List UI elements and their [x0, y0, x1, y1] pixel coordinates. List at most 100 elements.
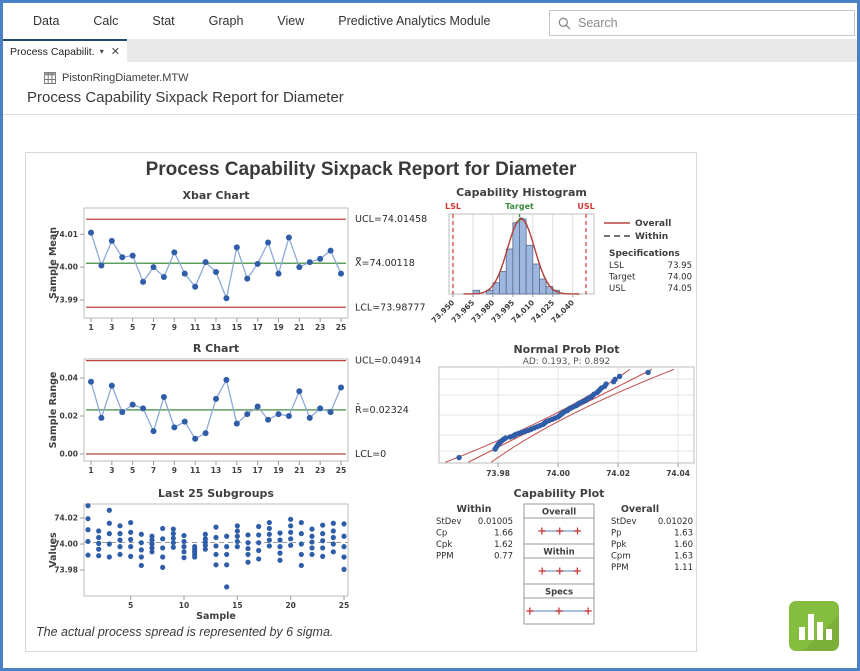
svg-text:1.62: 1.62: [494, 540, 513, 550]
svg-text:23: 23: [315, 466, 325, 475]
svg-text:StDev: StDev: [611, 517, 637, 527]
svg-text:Overall: Overall: [542, 508, 576, 518]
svg-text:1.60: 1.60: [674, 540, 693, 550]
svg-text:Sample Mean: Sample Mean: [48, 227, 59, 299]
svg-text:1.11: 1.11: [674, 563, 693, 573]
svg-text:3: 3: [109, 466, 114, 475]
svg-text:1.63: 1.63: [674, 552, 693, 562]
svg-text:Last 25 Subgroups: Last 25 Subgroups: [158, 487, 274, 500]
svg-text:Target: Target: [608, 273, 636, 283]
svg-text:25: 25: [339, 601, 349, 610]
minitab-logo-icon[interactable]: [789, 601, 839, 651]
menu-graph[interactable]: Graph: [209, 14, 244, 28]
svg-text:0.04: 0.04: [59, 373, 78, 382]
svg-text:Capability Plot: Capability Plot: [514, 487, 605, 500]
svg-text:25: 25: [336, 323, 346, 332]
svg-text:1.63: 1.63: [674, 529, 693, 539]
svg-text:20: 20: [285, 601, 295, 610]
worksheet-link[interactable]: PistonRingDiameter.MTW: [44, 72, 189, 84]
svg-text:15: 15: [232, 466, 242, 475]
bar-chart-icon: [789, 601, 839, 651]
svg-text:21: 21: [294, 323, 304, 332]
svg-text:19: 19: [273, 323, 283, 332]
svg-text:Within: Within: [456, 504, 491, 515]
svg-text:19: 19: [273, 466, 283, 475]
svg-text:USL: USL: [609, 284, 626, 294]
svg-text:23: 23: [315, 323, 325, 332]
svg-text:Capability Histogram: Capability Histogram: [456, 186, 587, 199]
svg-text:11: 11: [190, 323, 200, 332]
report-graph[interactable]: Xbar ChartUCL=74.01458X̿=74.00118LCL=73.…: [25, 152, 697, 652]
svg-text:Ppk: Ppk: [611, 540, 627, 550]
close-icon[interactable]: ✕: [111, 45, 120, 58]
chevron-down-icon[interactable]: ▾: [100, 47, 104, 56]
svg-text:74.02: 74.02: [54, 514, 78, 523]
tab-bar: Process Capabilit... ▾ ✕: [3, 39, 857, 62]
svg-text:1: 1: [88, 323, 93, 332]
svg-text:0.77: 0.77: [494, 552, 513, 562]
svg-text:17: 17: [252, 323, 262, 332]
svg-text:Xbar Chart: Xbar Chart: [182, 189, 249, 202]
svg-text:1: 1: [88, 466, 93, 475]
svg-text:Cpk: Cpk: [436, 540, 452, 550]
svg-text:74.00: 74.00: [668, 273, 692, 283]
svg-text:1.66: 1.66: [494, 529, 513, 539]
svg-text:AD: 0.193, P: 0.892: AD: 0.193, P: 0.892: [523, 357, 611, 367]
svg-text:13: 13: [211, 323, 221, 332]
report-title: Process Capability Sixpack Report for Di…: [26, 159, 696, 181]
svg-text:73.98: 73.98: [486, 469, 510, 478]
menu-calc[interactable]: Calc: [93, 14, 118, 28]
svg-text:USL: USL: [577, 202, 594, 211]
svg-text:UCL=74.01458: UCL=74.01458: [355, 214, 427, 225]
svg-text:74.02: 74.02: [606, 469, 630, 478]
svg-text:R̄=0.02324: R̄=0.02324: [355, 404, 409, 416]
svg-text:0.01020: 0.01020: [658, 517, 693, 527]
svg-text:Specifications: Specifications: [609, 249, 680, 259]
svg-text:7: 7: [151, 323, 156, 332]
worksheet-grid-icon: [44, 72, 56, 84]
svg-text:3: 3: [109, 323, 114, 332]
svg-text:Target: Target: [505, 202, 534, 211]
svg-text:Cpm: Cpm: [611, 552, 631, 562]
menu-view[interactable]: View: [277, 14, 304, 28]
svg-text:74.04: 74.04: [666, 469, 690, 478]
svg-text:5: 5: [128, 601, 133, 610]
worksheet-name: PistonRingDiameter.MTW: [62, 72, 189, 84]
svg-text:Specs: Specs: [545, 588, 573, 598]
svg-text:74.05: 74.05: [668, 284, 692, 294]
search-icon: [558, 17, 571, 30]
search-input[interactable]: [578, 16, 846, 30]
svg-text:LCL=0: LCL=0: [355, 449, 386, 460]
svg-text:5: 5: [130, 323, 135, 332]
menu-predictive-analytics-module[interactable]: Predictive Analytics Module: [338, 14, 490, 28]
svg-text:Normal Prob Plot: Normal Prob Plot: [513, 343, 619, 356]
svg-text:73.95: 73.95: [668, 261, 692, 271]
app-window: Data Calc Stat Graph View Predictive Ana…: [0, 0, 860, 671]
svg-text:Values: Values: [48, 532, 59, 568]
page-title: Process Capability Sixpack Report for Di…: [27, 89, 344, 106]
svg-text:Sample: Sample: [196, 611, 236, 622]
svg-text:LSL: LSL: [445, 202, 461, 211]
svg-text:13: 13: [211, 466, 221, 475]
svg-text:Within: Within: [635, 232, 668, 242]
tab-process-capability[interactable]: Process Capabilit... ▾ ✕: [3, 39, 127, 62]
menu-data[interactable]: Data: [33, 14, 59, 28]
svg-text:LSL: LSL: [609, 261, 624, 271]
svg-text:5: 5: [130, 466, 135, 475]
svg-text:0.01005: 0.01005: [478, 517, 513, 527]
svg-text:StDev: StDev: [436, 517, 462, 527]
svg-text:Overall: Overall: [635, 219, 671, 229]
svg-text:74.00: 74.00: [546, 469, 570, 478]
search-box[interactable]: [549, 10, 855, 36]
svg-text:17: 17: [252, 466, 262, 475]
svg-text:UCL=0.04914: UCL=0.04914: [355, 356, 421, 367]
svg-text:LCL=73.98777: LCL=73.98777: [355, 302, 426, 313]
svg-text:9: 9: [172, 323, 177, 332]
report-footnote: The actual process spread is represented…: [36, 625, 333, 639]
svg-text:Sample Range: Sample Range: [48, 372, 59, 449]
svg-text:21: 21: [294, 466, 304, 475]
svg-text:7: 7: [151, 466, 156, 475]
svg-text:Cp: Cp: [436, 529, 447, 539]
sixpack-charts: Xbar ChartUCL=74.01458X̿=74.00118LCL=73.…: [26, 153, 696, 651]
menu-stat[interactable]: Stat: [152, 14, 174, 28]
